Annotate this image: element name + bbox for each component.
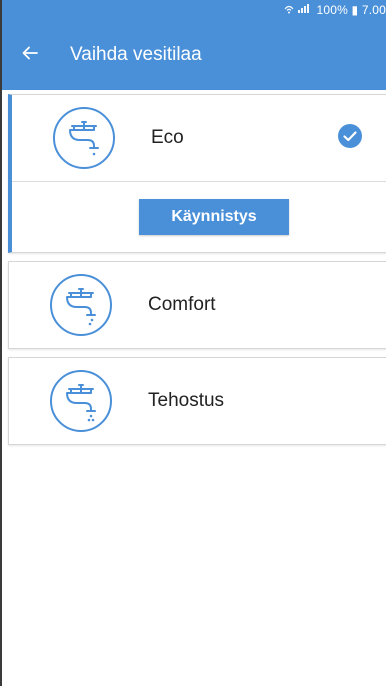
status-text: 100% ▮ 7.00 (316, 3, 386, 17)
mode-card-eco[interactable]: Eco Käynnistys (8, 94, 386, 253)
app-bar: Vaihda vesitilaa (2, 20, 386, 90)
mode-label-comfort: Comfort (148, 294, 216, 315)
mode-label-tehostus: Tehostus (148, 390, 225, 411)
mode-card-tehostus[interactable]: Tehostus (8, 357, 386, 445)
mode-row-comfort[interactable]: Comfort (9, 262, 386, 348)
back-button[interactable] (2, 20, 58, 90)
mode-row-tehostus[interactable]: Tehostus (9, 358, 386, 444)
check-circle-icon (337, 123, 363, 149)
status-bar: 100% ▮ 7.00 (2, 0, 386, 20)
mode-card-comfort[interactable]: Comfort (8, 261, 386, 349)
faucet-icon (50, 104, 118, 172)
mode-list: Eco Käynnistys Comfort Tehostus (2, 90, 386, 445)
arrow-left-icon (22, 46, 38, 65)
mode-row-eco[interactable]: Eco (12, 95, 386, 181)
signal-icon (283, 3, 313, 17)
page-title: Vaihda vesitilaa (70, 44, 202, 65)
faucet-icon (47, 271, 115, 339)
start-area: Käynnistys (12, 182, 386, 252)
faucet-icon (47, 367, 115, 435)
start-button[interactable]: Käynnistys (139, 199, 289, 235)
phone-screen: 100% ▮ 7.00 Vaihda vesitilaa Eco Käynnis… (0, 0, 386, 686)
